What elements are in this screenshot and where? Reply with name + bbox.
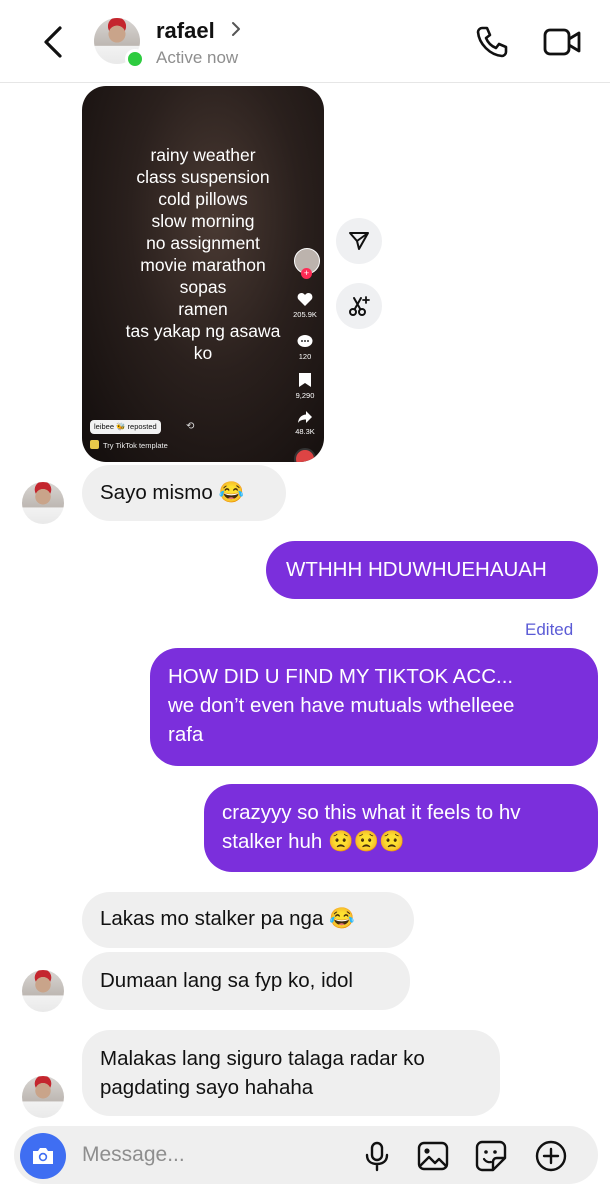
tiktok-template-label[interactable]: Try TikTok template — [90, 440, 168, 450]
message-bubble-incoming[interactable]: Dumaan lang sa fyp ko, idol — [82, 952, 410, 1010]
chevron-right-icon[interactable] — [229, 20, 243, 38]
music-disc-icon — [294, 448, 316, 462]
edited-label: Edited — [525, 620, 574, 639]
online-indicator — [125, 49, 145, 69]
phone-icon[interactable] — [474, 24, 510, 60]
message-bubble-incoming[interactable]: Malakas lang siguro talaga radar ko pagd… — [82, 1030, 500, 1116]
bookmark-icon — [299, 373, 311, 387]
share-stat: 48.3K — [285, 410, 324, 436]
like-stat: 205.9K — [285, 292, 324, 319]
message-bubble-outgoing[interactable]: WTHHH HDUWHUEHAUAH — [266, 541, 598, 599]
follow-plus-icon: + — [301, 268, 312, 279]
remix-button[interactable] — [336, 283, 382, 329]
message-bubble-incoming[interactable]: Sayo mismo 😂 — [82, 465, 286, 521]
sender-avatar[interactable] — [22, 482, 64, 524]
shared-video-card[interactable]: rainy weather class suspension cold pill… — [82, 86, 324, 462]
message-input[interactable] — [82, 1140, 342, 1170]
forward-button[interactable] — [336, 218, 382, 264]
share-arrow-icon — [298, 411, 312, 423]
sender-avatar[interactable] — [22, 1076, 64, 1118]
comment-stat: 120 — [285, 334, 324, 361]
image-icon[interactable] — [416, 1139, 450, 1173]
comment-icon — [297, 335, 313, 347]
scissors-sparkle-icon — [349, 296, 370, 316]
video-camera-icon[interactable] — [542, 26, 582, 58]
message-bubble-outgoing[interactable]: HOW DID U FIND MY TIKTOK ACC... we don’t… — [150, 648, 598, 766]
chat-header: rafael Active now — [0, 0, 610, 83]
message-bubble-outgoing[interactable]: crazyyy so this what it feels to hv stal… — [204, 784, 598, 872]
plus-circle-icon[interactable] — [534, 1139, 568, 1173]
sender-avatar[interactable] — [22, 970, 64, 1012]
paper-plane-icon — [349, 232, 369, 250]
video-overlay-text: rainy weather class suspension cold pill… — [125, 145, 281, 363]
camera-button[interactable] — [20, 1133, 66, 1179]
repost-label: leibee 🐝 reposted — [90, 420, 161, 434]
repost-icon: ⟲ — [186, 421, 195, 432]
message-bubble-incoming[interactable]: Lakas mo stalker pa nga 😂 — [82, 892, 414, 948]
active-status: Active now — [156, 48, 239, 67]
contact-name[interactable]: rafael — [156, 18, 215, 44]
sticker-icon[interactable] — [474, 1139, 508, 1173]
camera-icon — [33, 1148, 53, 1164]
microphone-icon[interactable] — [360, 1139, 394, 1173]
heart-icon — [297, 293, 313, 306]
chevron-left-icon[interactable] — [36, 22, 70, 62]
save-stat: 9,290 — [285, 372, 324, 400]
